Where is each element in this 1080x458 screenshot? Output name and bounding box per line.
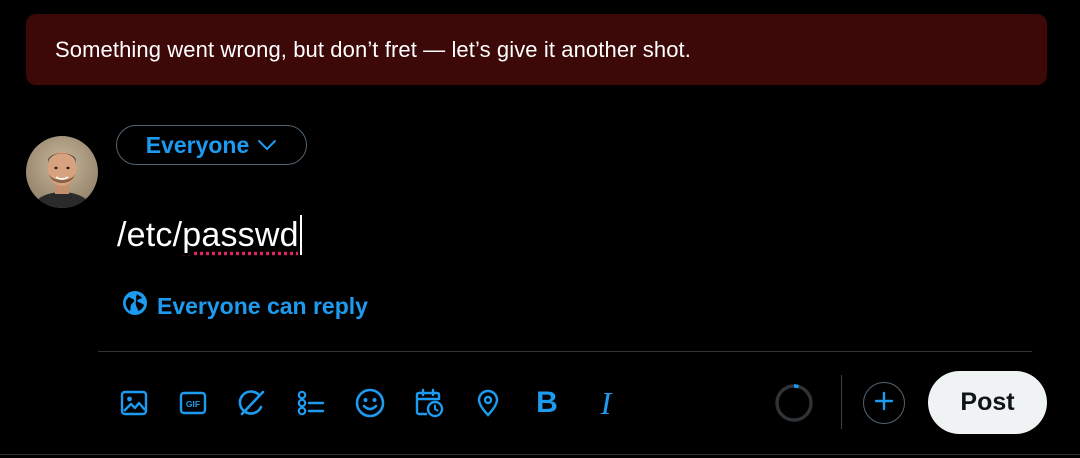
avatar[interactable]: [26, 136, 98, 208]
audience-label: Everyone: [145, 131, 250, 158]
error-message: Something went wrong, but don’t fret — l…: [55, 36, 691, 62]
compose-text-value: /etc/passwd: [117, 215, 299, 254]
plus-icon: [874, 391, 894, 416]
error-banner: Something went wrong, but don’t fret — l…: [26, 14, 1047, 85]
location-icon[interactable]: [470, 385, 506, 421]
italic-icon[interactable]: I: [588, 385, 624, 421]
divider: [98, 351, 1032, 352]
misspelled-word: passwd: [182, 215, 299, 254]
schedule-icon[interactable]: [411, 385, 447, 421]
emoji-icon[interactable]: [352, 385, 388, 421]
compose-toolbar: GIF B I: [116, 380, 647, 426]
chevron-down-icon: [257, 138, 277, 152]
bold-icon[interactable]: B: [529, 385, 565, 421]
character-counter-ring: [774, 383, 814, 423]
toolbar-separator: [841, 375, 842, 429]
text-caret: [299, 215, 302, 255]
grok-icon[interactable]: [234, 385, 270, 421]
post-button[interactable]: Post: [928, 371, 1047, 434]
gif-icon[interactable]: GIF: [175, 385, 211, 421]
add-post-button[interactable]: [863, 382, 905, 424]
compose-window: Something went wrong, but don’t fret — l…: [0, 0, 1080, 458]
compose-textarea[interactable]: /etc/passwd: [117, 215, 302, 255]
reply-setting-label: Everyone can reply: [157, 292, 368, 319]
globe-icon: [122, 290, 148, 322]
reply-setting-button[interactable]: Everyone can reply: [122, 290, 368, 322]
bottom-border: [0, 454, 1080, 455]
svg-text:GIF: GIF: [186, 399, 200, 409]
image-icon[interactable]: [116, 385, 152, 421]
poll-icon[interactable]: [293, 385, 329, 421]
audience-selector-button[interactable]: Everyone: [116, 125, 307, 165]
